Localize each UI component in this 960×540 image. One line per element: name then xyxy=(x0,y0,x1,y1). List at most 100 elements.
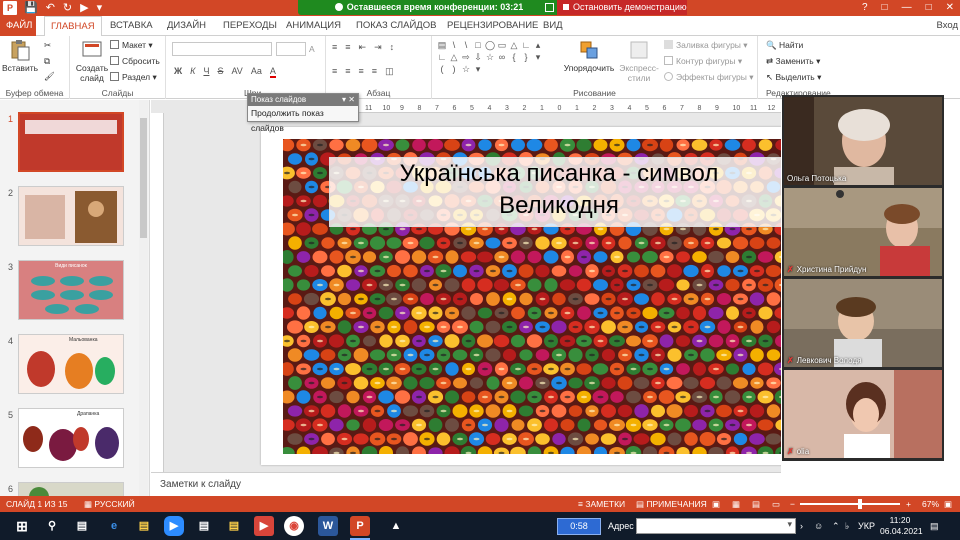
tab-design[interactable]: ДИЗАЙН xyxy=(161,16,212,36)
tab-file[interactable]: ФАЙЛ xyxy=(0,16,36,36)
slide-thumbnail-4[interactable]: Мальованка xyxy=(18,334,124,394)
signin-link[interactable]: Вход xyxy=(937,16,959,36)
shapes-gallery[interactable]: ▤ \ \ □ ◯ ▭ △ ∟ ▴ ∟ △ ⇨ ⇩ ☆ ∞{} ▾ () ☆ ▾ xyxy=(436,39,556,75)
justify-icon[interactable]: ≡ xyxy=(372,66,377,77)
tray-expand-icon[interactable]: ⌃ xyxy=(832,512,840,540)
shape-fill-button[interactable]: Заливка фигуры ▾ xyxy=(664,40,748,51)
decrease-indent-icon[interactable]: ⇤ xyxy=(359,42,367,53)
new-slide-button[interactable]: Создать слайд xyxy=(72,39,112,83)
grow-font-icon[interactable]: A xyxy=(309,44,315,55)
slide-thumbnail-3[interactable]: Види писанок xyxy=(18,260,124,320)
line-spacing-icon[interactable]: ↕ xyxy=(390,42,395,53)
notes-pane[interactable]: Заметки к слайду xyxy=(151,472,781,496)
scrollbar-thumb[interactable] xyxy=(140,118,147,238)
shape-brace2-icon[interactable]: } xyxy=(520,51,532,63)
section-button[interactable]: Раздел ▾ xyxy=(110,72,157,83)
italic-icon[interactable]: К xyxy=(190,66,195,78)
photos-icon[interactable]: ▲ xyxy=(386,516,406,536)
help-icon[interactable]: ? xyxy=(862,0,868,16)
zoom-level[interactable]: 67% xyxy=(922,496,939,512)
zoom-slider[interactable] xyxy=(800,499,900,509)
word-icon[interactable]: W xyxy=(318,516,338,536)
shape-outline-button[interactable]: Контур фигуры ▾ xyxy=(664,56,742,67)
select-button[interactable]: ↖ Выделить ▾ xyxy=(766,72,821,83)
slide-thumbnail-5[interactable]: Драпанка xyxy=(18,408,124,468)
minimize-icon[interactable]: — xyxy=(902,0,912,16)
participant-tile[interactable]: ✗ Левкович Володя xyxy=(784,279,942,367)
close-icon[interactable]: ✕ xyxy=(946,0,954,16)
shape-smile-icon[interactable]: ∞ xyxy=(496,51,508,63)
shape-bracket2-icon[interactable]: ) xyxy=(448,63,460,75)
address-dropdown-icon[interactable]: ▾ xyxy=(787,519,792,530)
font-color-icon[interactable]: A xyxy=(269,66,276,78)
change-case-icon[interactable]: Aa xyxy=(251,66,262,78)
font-name-combo[interactable] xyxy=(172,42,272,56)
normal-view-icon[interactable]: ▣ xyxy=(712,496,720,512)
powerpoint-taskbar-icon[interactable]: P xyxy=(350,516,370,540)
sorter-view-icon[interactable]: ▦ xyxy=(732,496,740,512)
windows-start-icon[interactable]: ⊞ xyxy=(12,516,32,536)
shape-brace-icon[interactable]: { xyxy=(508,51,520,63)
font-size-combo[interactable] xyxy=(276,42,306,56)
slide-thumbnail-6[interactable] xyxy=(18,482,124,496)
language-indicator[interactable]: ▦ РУССКИЙ xyxy=(84,496,135,512)
shape-arrow-l-icon[interactable]: ∟ xyxy=(436,51,448,63)
bullets-icon[interactable]: ≡ xyxy=(332,42,337,53)
arrange-button[interactable]: Упорядочить xyxy=(562,39,616,73)
columns-icon[interactable]: ◫ xyxy=(385,66,394,77)
tab-animation[interactable]: АНИМАЦИЯ xyxy=(280,16,347,36)
redo-icon[interactable]: ↻ xyxy=(63,0,72,16)
find-button[interactable]: 🔍 Найти xyxy=(766,40,803,51)
shape-more-icon[interactable]: ▾ xyxy=(532,51,544,63)
participant-tile[interactable]: ✗ Христина Прийдун xyxy=(784,188,942,276)
undo-icon[interactable]: ↶ xyxy=(46,0,55,16)
tray-people-icon[interactable]: ☺ xyxy=(814,512,823,540)
layout-button[interactable]: Макет ▾ xyxy=(110,40,153,51)
slide-thumbnail-2[interactable] xyxy=(18,186,124,246)
shape-effects-button[interactable]: Эффекты фигуры ▾ xyxy=(664,72,753,83)
stop-sharing-button[interactable]: Остановить демонстрацию xyxy=(557,0,687,15)
tray-arrow-icon[interactable]: › xyxy=(800,512,803,540)
media-app-icon[interactable]: ▶ xyxy=(254,516,274,536)
shape-line2-icon[interactable]: \ xyxy=(460,39,472,51)
zoom-in-icon[interactable]: + xyxy=(906,496,911,512)
cut-icon[interactable]: ✂ xyxy=(44,40,51,51)
edge-browser-icon[interactable]: e xyxy=(104,516,124,536)
tab-review[interactable]: РЕЦЕНЗИРОВАНИЕ xyxy=(441,16,544,36)
shape-oval-icon[interactable]: ◯ xyxy=(484,39,496,51)
align-left-icon[interactable]: ≡ xyxy=(332,66,337,77)
chrome-icon[interactable]: ◉ xyxy=(284,516,304,536)
notes-toggle[interactable]: ≡ ЗАМЕТКИ xyxy=(578,496,625,512)
shape-triangle-icon[interactable]: △ xyxy=(508,39,520,51)
comments-toggle[interactable]: ▤ ПРИМЕЧАНИЯ xyxy=(636,496,707,512)
shape-darrow-icon[interactable]: ⇩ xyxy=(472,51,484,63)
align-right-icon[interactable]: ≡ xyxy=(359,66,364,77)
save-icon[interactable]: 💾 xyxy=(24,0,38,16)
zoom-app-icon[interactable]: ▶ xyxy=(164,516,184,536)
shape-star-icon[interactable]: ☆ xyxy=(484,51,496,63)
participant-tile[interactable]: ✗ olia xyxy=(784,370,942,458)
format-painter-icon[interactable]: 🖌 xyxy=(44,71,55,82)
search-icon[interactable]: ⚲ xyxy=(42,516,62,536)
shape-rarrow-icon[interactable]: ⇨ xyxy=(460,51,472,63)
shape-triangle2-icon[interactable]: △ xyxy=(448,51,460,63)
shape-rect-icon[interactable]: □ xyxy=(472,39,484,51)
slideshow-view-icon[interactable]: ▭ xyxy=(772,496,780,512)
strikethrough-icon[interactable]: S xyxy=(217,66,223,78)
file-explorer-icon[interactable]: ▤ xyxy=(134,516,154,536)
shape-rect2-icon[interactable]: ▭ xyxy=(496,39,508,51)
taskbar-clock[interactable]: 11:20 06.04.2021 xyxy=(880,515,923,537)
reading-view-icon[interactable]: ▤ xyxy=(752,496,760,512)
paste-button[interactable]: Вставить xyxy=(0,39,40,73)
zoom-out-icon[interactable]: − xyxy=(790,496,795,512)
shape-gallery-more-icon[interactable]: ▾ xyxy=(472,63,484,75)
underline-icon[interactable]: Ч xyxy=(203,66,209,78)
tab-transitions[interactable]: ПЕРЕХОДЫ xyxy=(217,16,283,36)
reset-button[interactable]: Сбросить xyxy=(110,56,160,67)
replace-button[interactable]: ⇄ Заменить ▾ xyxy=(766,56,820,67)
shape-line-icon[interactable]: \ xyxy=(448,39,460,51)
shape-scroll-up-icon[interactable]: ▴ xyxy=(532,39,544,51)
start-slideshow-icon[interactable]: ▶ xyxy=(80,0,88,16)
tab-view[interactable]: ВИД xyxy=(537,16,569,36)
shape-bracket-icon[interactable]: ( xyxy=(436,63,448,75)
